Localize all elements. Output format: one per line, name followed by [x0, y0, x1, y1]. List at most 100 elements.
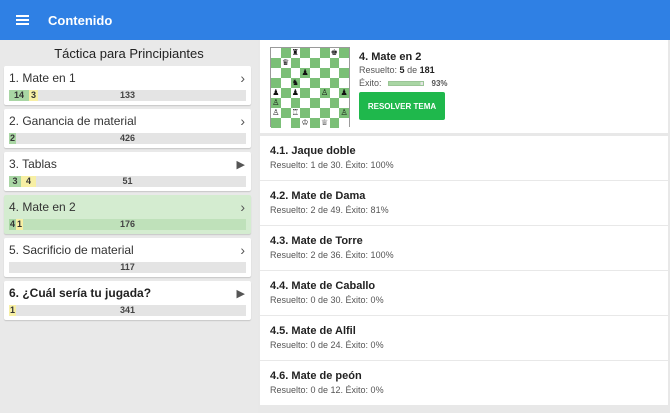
topic-item-tablas[interactable]: 3. Tablas ▶ 51 3 4 — [4, 152, 251, 191]
board-square — [310, 48, 320, 58]
topic-progress-bar: 176 4 1 — [9, 219, 246, 230]
topic-progress-bar: 117 — [9, 262, 246, 273]
board-square — [271, 118, 281, 128]
solve-topic-button[interactable]: RESOLVER TEMA — [359, 92, 445, 120]
chevron-right-icon: › — [240, 113, 245, 129]
chevron-right-icon: › — [240, 70, 245, 86]
chevron-right-icon: › — [240, 199, 245, 215]
chess-piece-square: ♞ — [290, 78, 301, 88]
board-square — [280, 98, 291, 108]
board-square — [319, 48, 330, 58]
chess-piece-square: ♜ — [290, 48, 301, 58]
board-square — [329, 68, 340, 78]
board-square — [310, 118, 320, 128]
board-square — [290, 98, 301, 108]
subtopic-title: 4.5. Mate de Alfil — [270, 325, 356, 337]
board-square — [339, 48, 349, 58]
chess-piece-square: ♛ — [280, 58, 291, 68]
topic-item-mate-en-1[interactable]: 1. Mate en 1 › 133 14 3 — [4, 66, 251, 105]
chess-piece-square: ♕ — [319, 118, 330, 128]
subtopic-item[interactable]: 4.5. Mate de Alfil Resuelto: 0 de 24. Éx… — [260, 316, 668, 360]
topic-item-sacrificio-de-material[interactable]: 5. Sacrificio de material › 117 — [4, 238, 251, 277]
topic-label: 4. Mate en 2 — [9, 200, 76, 214]
topic-title: 4. Mate en 2 — [359, 51, 422, 63]
chess-piece-square: ♔ — [300, 118, 310, 128]
board-square — [339, 118, 349, 128]
menu-button[interactable] — [0, 0, 44, 40]
subtopic-title: 4.3. Mate de Torre — [270, 235, 363, 247]
board-square — [339, 58, 349, 68]
board-square — [319, 58, 330, 68]
board-square — [300, 58, 310, 68]
chess-piece-square: ♙ — [339, 108, 349, 118]
remaining-count: 426 — [119, 133, 136, 143]
board-square — [310, 68, 320, 78]
board-square — [271, 48, 281, 58]
board-square — [329, 118, 340, 128]
topic-detail-panel: ♜ ♚ ♛ ♟ ♞ ♟ ♟ ♙ ♟ ♙ ♙ ♖ ♙ ♔ ♕ 4. Mate en 2 Resuelto: 5… — [258, 40, 670, 413]
chess-piece-square: ♟ — [339, 88, 349, 98]
subtopic-item[interactable]: 4.3. Mate de Torre Resuelto: 2 de 36. Éx… — [260, 226, 668, 270]
board-square — [290, 58, 301, 68]
topic-item-ganancia-de-material[interactable]: 2. Ganancia de material › 426 2 — [4, 109, 251, 148]
board-square — [310, 88, 320, 98]
subtopic-item[interactable]: 4.1. Jaque doble Resuelto: 1 de 30. Éxit… — [260, 136, 668, 180]
board-square — [280, 68, 291, 78]
board-square — [329, 108, 340, 118]
chevron-right-icon: › — [240, 242, 245, 258]
subtopic-result: Resuelto: 1 de 30. Éxito: 100% — [270, 160, 394, 170]
topic-progress-bar: 426 2 — [9, 133, 246, 144]
remaining-count: 117 — [120, 262, 135, 272]
topic-progress-bar: 51 3 4 — [9, 176, 246, 187]
chess-piece-square: ♙ — [271, 108, 281, 118]
hamburger-icon — [15, 15, 29, 25]
chess-piece-square: ♟ — [290, 88, 301, 98]
chess-piece-square: ♙ — [319, 88, 330, 98]
subtopic-item[interactable]: 4.6. Mate de peón Resuelto: 0 de 12. Éxi… — [260, 361, 668, 405]
partial-count: 1 — [9, 305, 16, 316]
topic-label: 6. ¿Cuál sería tu jugada? — [9, 286, 152, 300]
board-square — [329, 58, 340, 68]
subtopic-result: Resuelto: 0 de 24. Éxito: 0% — [270, 340, 384, 350]
board-square — [280, 108, 291, 118]
remaining-count: 176 — [119, 219, 136, 229]
chess-piece-square: ♙ — [271, 98, 281, 108]
board-square — [280, 118, 291, 128]
board-square — [290, 118, 301, 128]
subtopic-result: Resuelto: 2 de 36. Éxito: 100% — [270, 250, 394, 260]
subtopic-title: 4.6. Mate de peón — [270, 370, 362, 382]
board-square — [271, 68, 281, 78]
remaining-count: 341 — [119, 305, 136, 315]
success-summary: Éxito: 93% — [359, 78, 448, 88]
board-square — [319, 78, 330, 88]
board-square — [271, 58, 281, 68]
play-icon: ▶ — [236, 288, 245, 300]
topic-label: 2. Ganancia de material — [9, 114, 137, 128]
topic-progress-bar: 133 14 3 — [9, 90, 246, 101]
subtopic-item[interactable]: 4.4. Mate de Caballo Resuelto: 0 de 30. … — [260, 271, 668, 315]
chess-board-thumbnail: ♜ ♚ ♛ ♟ ♞ ♟ ♟ ♙ ♟ ♙ ♙ ♖ ♙ ♔ ♕ — [270, 47, 350, 128]
board-square — [329, 78, 340, 88]
topic-item-cual-seria-tu-jugada[interactable]: 6. ¿Cuál sería tu jugada? ▶ 341 1 — [4, 281, 251, 320]
board-square — [339, 68, 349, 78]
subtopic-item[interactable]: 4.2. Mate de Dama Resuelto: 2 de 49. Éxi… — [260, 181, 668, 225]
success-percent: 93% — [431, 78, 448, 88]
topic-item-mate-en-2[interactable]: 4. Mate en 2 › 176 4 1 — [4, 195, 251, 234]
board-square — [280, 88, 291, 98]
solved-count: 4 — [9, 219, 16, 230]
board-square — [300, 108, 310, 118]
chess-piece-square: ♟ — [271, 88, 281, 98]
board-square — [319, 68, 330, 78]
topic-header-card: ♜ ♚ ♛ ♟ ♞ ♟ ♟ ♙ ♟ ♙ ♙ ♖ ♙ ♔ ♕ 4. Mate en 2 Resuelto: 5… — [260, 40, 668, 133]
board-square — [319, 98, 330, 108]
subtopic-result: Resuelto: 0 de 12. Éxito: 0% — [270, 385, 384, 395]
subtopic-title: 4.1. Jaque doble — [270, 145, 356, 157]
play-icon: ▶ — [236, 159, 245, 171]
app-bar: Contenido — [0, 0, 670, 40]
board-square — [339, 78, 349, 88]
course-title: Táctica para Principiantes — [54, 46, 204, 61]
solved-count: 3 — [9, 176, 21, 187]
topic-label: 5. Sacrificio de material — [9, 243, 134, 257]
chess-piece-square: ♟ — [300, 68, 310, 78]
remaining-count: 133 — [119, 90, 136, 100]
